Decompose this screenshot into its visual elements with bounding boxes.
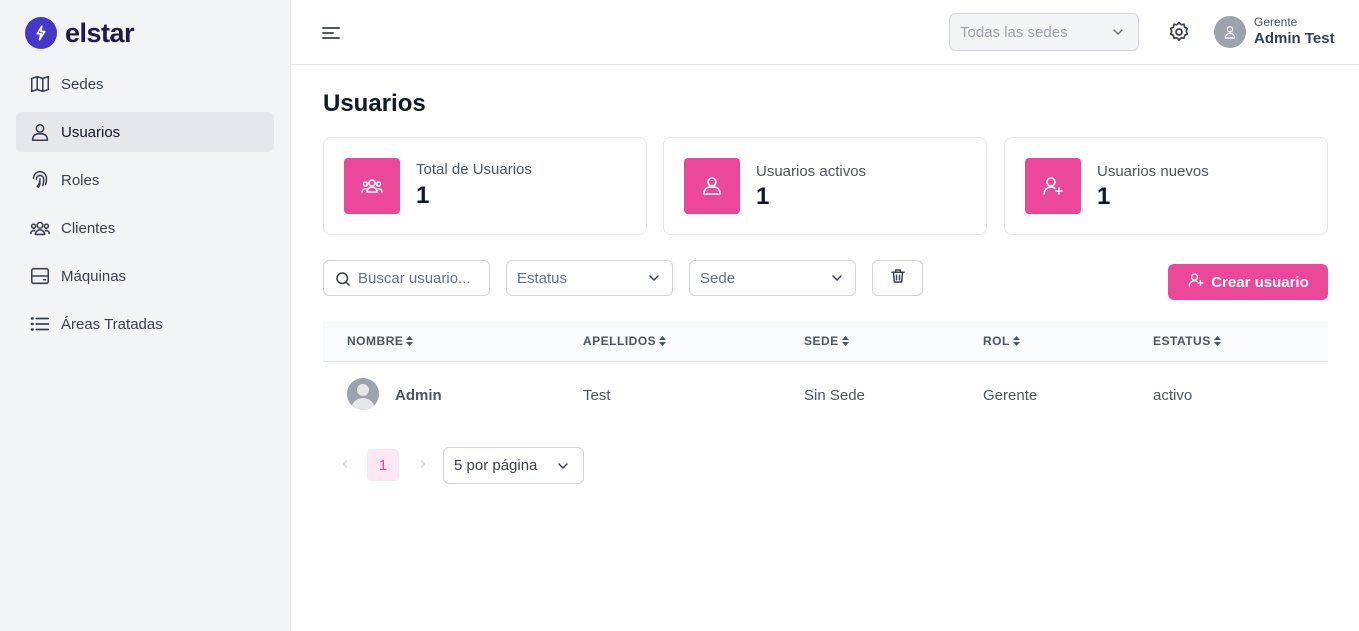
- stat-card-activos: Usuarios activos 1: [663, 137, 987, 235]
- cell-apellidos: Test: [583, 387, 611, 404]
- per-page-value: 5 por página: [454, 457, 538, 474]
- column-header-apellidos[interactable]: APELLIDOS: [583, 334, 667, 348]
- per-page-select[interactable]: 5 por página: [443, 447, 584, 484]
- chevron-right-icon[interactable]: [417, 457, 433, 473]
- fingerprint-icon: [28, 168, 52, 192]
- sede-filter-value: Sede: [700, 269, 736, 287]
- sidebar-item-sedes[interactable]: Sedes: [16, 64, 274, 104]
- sidebar-item-maquinas[interactable]: Máquinas: [16, 256, 274, 296]
- user-group-icon: [28, 216, 52, 240]
- sidebar-item-label: Sedes: [61, 75, 104, 93]
- sidebar-item-usuarios[interactable]: Usuarios: [16, 112, 274, 152]
- list-icon: [28, 312, 52, 336]
- table-row[interactable]: Admin Test Sin Sede Gerente activo: [323, 362, 1328, 426]
- sort-icon: [659, 336, 667, 346]
- sede-filter-select[interactable]: Sede: [689, 260, 856, 296]
- trash-icon: [889, 267, 907, 290]
- column-header-label: ROL: [983, 334, 1010, 348]
- column-header-estatus[interactable]: ESTATUS: [1153, 334, 1221, 348]
- top-header: Todas las sedes Gerente Admin Test: [291, 0, 1359, 65]
- search-field[interactable]: [358, 269, 478, 287]
- stat-label: Usuarios nuevos: [1097, 163, 1209, 180]
- create-user-label: Crear usuario: [1211, 273, 1309, 291]
- page-title: Usuarios: [323, 90, 426, 117]
- column-header-label: ESTATUS: [1153, 334, 1211, 348]
- stat-label: Usuarios activos: [756, 163, 867, 180]
- status-select[interactable]: Estatus: [506, 260, 673, 296]
- cell-estatus: activo: [1153, 387, 1193, 404]
- stat-value: 1: [756, 183, 770, 210]
- sidebar-item-areas-tratadas[interactable]: Áreas Tratadas: [16, 304, 274, 344]
- chevron-down-icon: [1110, 24, 1126, 44]
- map-icon: [28, 72, 52, 96]
- column-header-label: APELLIDOS: [583, 334, 657, 348]
- chevron-down-icon: [829, 270, 845, 290]
- sort-icon: [841, 336, 849, 346]
- sede-global-select-value: Todas las sedes: [960, 23, 1068, 41]
- cell-nombre: Admin: [395, 387, 442, 404]
- user-name: Admin Test: [1254, 30, 1335, 47]
- sidebar-item-label: Roles: [61, 171, 100, 189]
- user-group-icon: [344, 158, 400, 214]
- users-icon: [684, 158, 740, 214]
- column-header-label: SEDE: [804, 334, 839, 348]
- gear-icon[interactable]: [1167, 20, 1191, 44]
- sede-global-select[interactable]: Todas las sedes: [949, 13, 1139, 51]
- column-header-label: NOMBRE: [347, 334, 404, 348]
- user-add-icon: [1025, 158, 1081, 214]
- sidebar: elstar Sedes Usuarios Roles Clientes Máq…: [0, 0, 291, 631]
- column-header-sede[interactable]: SEDE: [804, 334, 849, 348]
- sidebar-item-roles[interactable]: Roles: [16, 160, 274, 200]
- stat-card-nuevos: Usuarios nuevos 1: [1004, 137, 1328, 235]
- chevron-left-icon[interactable]: [339, 457, 355, 473]
- sort-icon: [1213, 336, 1221, 346]
- stat-value: 1: [1097, 183, 1111, 210]
- sidebar-item-label: Máquinas: [61, 267, 127, 285]
- stat-card-total: Total de Usuarios 1: [323, 137, 647, 235]
- page-button-current[interactable]: 1: [367, 449, 399, 481]
- clear-filters-button[interactable]: [872, 260, 923, 296]
- user-menu[interactable]: Gerente Admin Test: [1214, 15, 1335, 49]
- users-icon: [28, 120, 52, 144]
- sidebar-item-label: Áreas Tratadas: [61, 315, 163, 333]
- avatar: [1214, 16, 1246, 48]
- sidebar-item-label: Usuarios: [61, 123, 121, 141]
- sidebar-nav: Sedes Usuarios Roles Clientes Máquinas Á…: [16, 64, 274, 352]
- user-add-icon: [1187, 271, 1205, 293]
- cell-rol: Gerente: [983, 387, 1038, 404]
- stat-value: 1: [416, 182, 430, 209]
- user-role: Gerente: [1254, 15, 1298, 29]
- menu-toggle-icon[interactable]: [319, 21, 343, 45]
- sort-icon: [1012, 336, 1020, 346]
- brand-name: elstar: [65, 17, 135, 48]
- sort-icon: [406, 336, 414, 346]
- brand[interactable]: elstar: [25, 17, 135, 49]
- search-input[interactable]: [323, 260, 490, 296]
- avatar: [347, 378, 379, 410]
- stat-label: Total de Usuarios: [416, 161, 532, 178]
- search-icon: [334, 270, 352, 293]
- column-header-rol[interactable]: ROL: [983, 334, 1020, 348]
- chevron-down-icon: [555, 458, 571, 478]
- sidebar-item-clientes[interactable]: Clientes: [16, 208, 274, 248]
- cell-sede: Sin Sede: [804, 387, 865, 404]
- table-header: NOMBRE APELLIDOS SEDE ROL ESTATUS: [323, 321, 1328, 362]
- server-icon: [28, 264, 52, 288]
- create-user-button[interactable]: Crear usuario: [1168, 264, 1328, 300]
- status-select-value: Estatus: [517, 269, 568, 287]
- sidebar-item-label: Clientes: [61, 219, 116, 237]
- column-header-nombre[interactable]: NOMBRE: [347, 334, 414, 348]
- brand-logo-icon: [25, 17, 57, 49]
- chevron-down-icon: [646, 270, 662, 290]
